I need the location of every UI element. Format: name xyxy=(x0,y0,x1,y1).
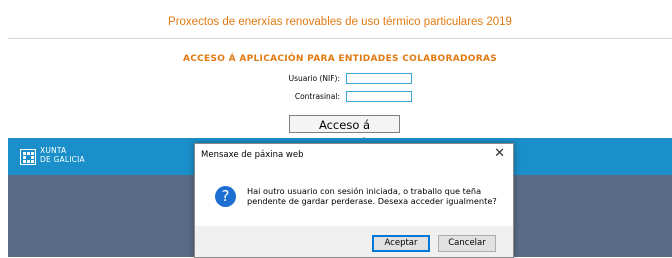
cancel-button[interactable]: Cancelar xyxy=(438,235,496,252)
access-application-button[interactable]: Acceso á aplicación xyxy=(289,115,400,150)
login-section-title: ACCESO Á APLICACIÓN PARA ENTIDADES COLAB… xyxy=(182,54,498,64)
window-top-edge xyxy=(0,0,672,8)
xunta-logo-text: XUNTA DE GALICIA xyxy=(40,146,85,164)
accept-button[interactable]: Aceptar xyxy=(372,235,430,252)
web-message-dialog: Mensaxe de páxina web ✕ ? Hai outro usua… xyxy=(194,143,514,258)
dialog-titlebar[interactable]: Mensaxe de páxina web ✕ xyxy=(195,144,513,166)
page-header: Proxectos de enerxías renovables de uso … xyxy=(8,8,672,39)
user-nif-input[interactable] xyxy=(346,73,412,84)
dialog-message: Hai outro usuario con sesión iniciada, o… xyxy=(247,186,497,206)
dialog-button-bar: Aceptar Cancelar xyxy=(195,226,513,257)
xunta-logo-line2: DE GALICIA xyxy=(40,154,85,164)
dialog-message-line1: Hai outro usuario con sesión iniciada, o… xyxy=(247,186,482,196)
page-title: Proxectos de enerxías renovables de uso … xyxy=(168,16,512,28)
xunta-logo[interactable]: XUNTA DE GALICIA xyxy=(20,146,98,167)
dialog-message-line2: pendente de gardar perderase. Desexa acc… xyxy=(247,196,497,206)
question-icon: ? xyxy=(215,186,236,207)
dialog-body: ? Hai outro usuario con sesión iniciada,… xyxy=(195,166,513,226)
xunta-emblem-icon xyxy=(20,149,36,165)
password-input[interactable] xyxy=(346,91,412,102)
window-left-edge xyxy=(0,0,8,257)
user-label: Usuario (NIF): xyxy=(288,74,340,83)
close-icon[interactable]: ✕ xyxy=(494,147,505,161)
dialog-title: Mensaxe de páxina web xyxy=(201,150,304,160)
password-label: Contrasinal: xyxy=(294,92,340,101)
